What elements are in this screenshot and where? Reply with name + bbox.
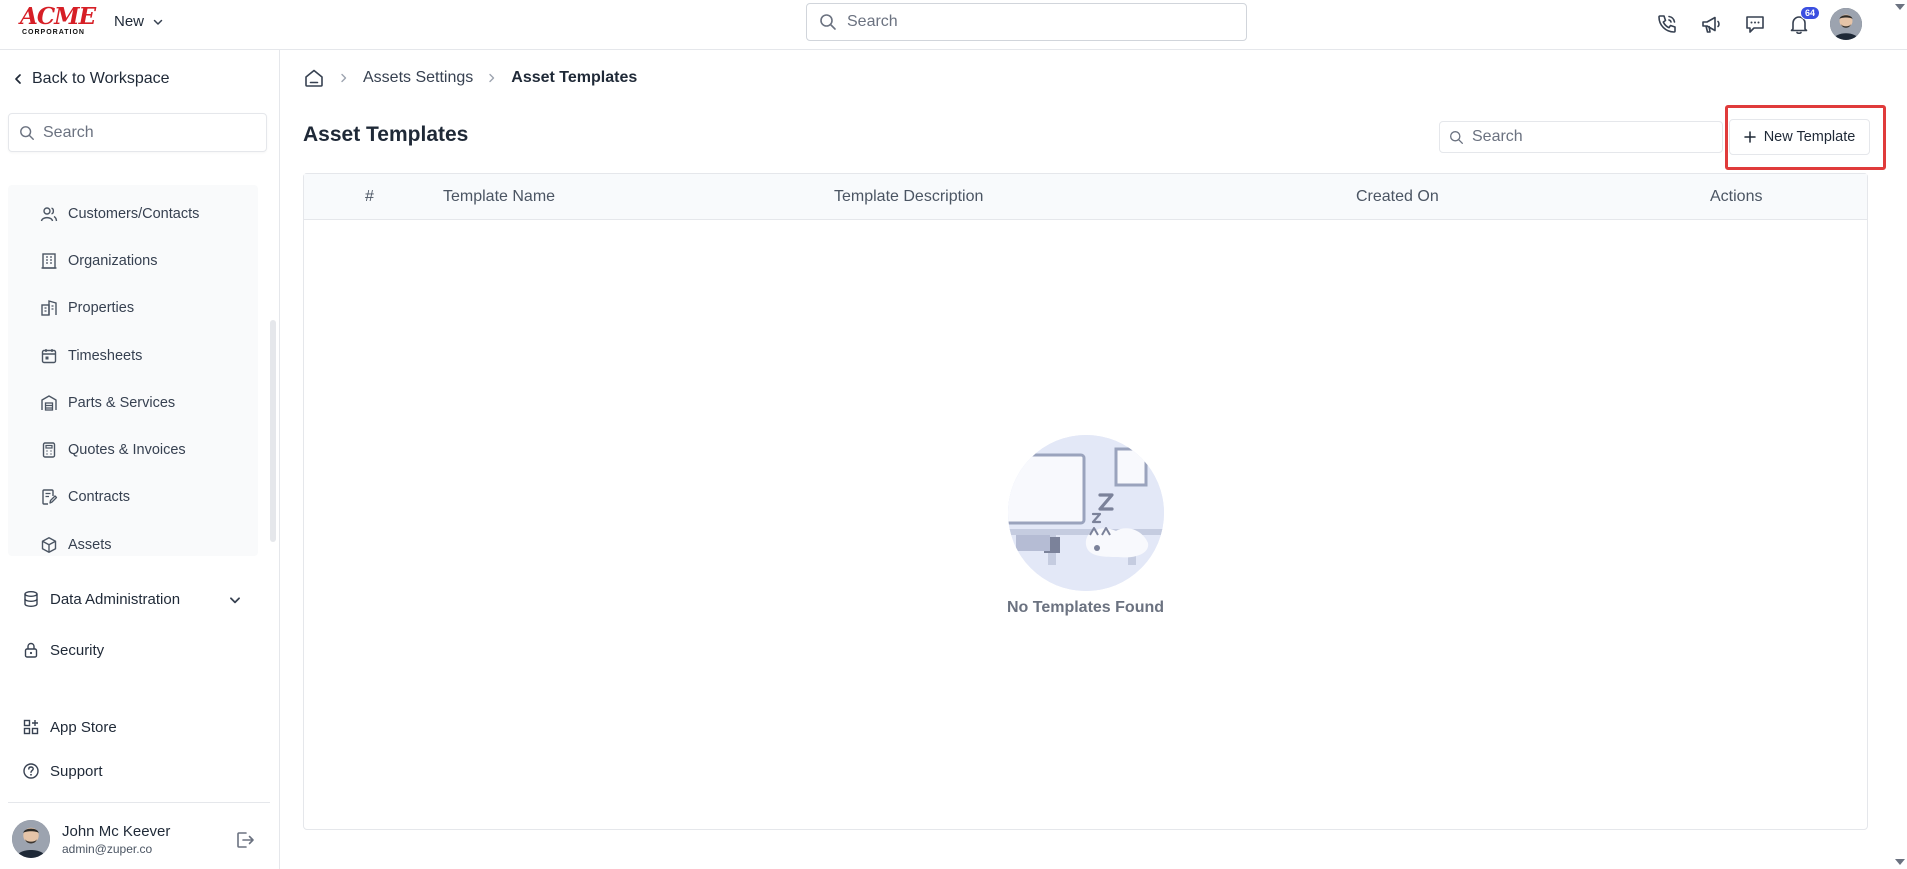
logo-main-text: ACME [20, 3, 96, 30]
database-icon [22, 590, 40, 608]
sidebar-item-label: Organizations [68, 253, 158, 269]
settings-submenu: Customers/Contacts Organizations Propert… [8, 185, 258, 556]
buildings-icon [40, 299, 58, 317]
breadcrumb: Assets Settings Asset Templates [303, 67, 637, 89]
notification-badge: 64 [1799, 6, 1820, 20]
users-icon [40, 205, 58, 223]
sidebar-item-quotes-invoices[interactable]: Quotes & Invoices [40, 441, 186, 459]
calendar-icon [40, 347, 58, 365]
sidebar-item-label: Quotes & Invoices [68, 442, 186, 458]
sidebar-item-timesheets[interactable]: Timesheets [40, 347, 142, 365]
empty-state-message: No Templates Found [1006, 599, 1165, 616]
column-header-created-on[interactable]: Created On [1356, 188, 1439, 206]
back-to-workspace-label: Back to Workspace [32, 70, 170, 87]
scroll-up-arrow[interactable] [1895, 4, 1905, 10]
sidebar-item-label: Properties [68, 300, 135, 316]
sidebar-item-app-store[interactable]: App Store [22, 718, 117, 736]
template-search-input[interactable] [1472, 128, 1702, 146]
sidebar-item-label: Contracts [68, 489, 131, 505]
plus-icon [1743, 131, 1756, 143]
sidebar-item-label: Customers/Contacts [68, 206, 200, 222]
chat-icon[interactable] [1742, 11, 1768, 37]
warehouse-icon [40, 394, 58, 412]
sidebar-item-label: Parts & Services [68, 395, 176, 411]
sidebar-item-organizations[interactable]: Organizations [40, 252, 157, 270]
search-icon [819, 13, 837, 31]
column-header-actions: Actions [1710, 188, 1763, 205]
megaphone-icon[interactable] [1698, 11, 1724, 37]
column-header-template-name[interactable]: Template Name [443, 188, 555, 206]
sidebar-item-label: Support [50, 762, 103, 780]
lock-icon [22, 641, 40, 659]
chevron-left-icon [12, 73, 24, 85]
logout-icon[interactable] [234, 829, 256, 851]
breadcrumb-current: Asset Templates [511, 69, 638, 86]
sidebar-search[interactable] [8, 113, 267, 152]
new-template-button[interactable]: New Template [1729, 119, 1870, 155]
help-icon [22, 762, 40, 780]
sidebar-item-contracts[interactable]: Contracts [40, 488, 130, 506]
search-icon [19, 125, 35, 141]
global-search-input[interactable] [847, 13, 1227, 31]
empty-state: No Templates Found [304, 435, 1867, 617]
building-icon [40, 252, 58, 270]
new-template-label: New Template [1763, 129, 1856, 145]
sidebar-scrollbar[interactable] [270, 320, 276, 542]
new-menu-label: New [114, 13, 145, 30]
apps-icon [22, 718, 40, 736]
empty-state-illustration [1007, 435, 1164, 591]
new-menu-button[interactable]: New [114, 13, 164, 30]
sidebar-item-label: App Store [50, 718, 117, 736]
sidebar-item-label: Security [50, 641, 105, 659]
profile-avatar[interactable] [1830, 8, 1862, 40]
company-logo[interactable]: ACME CORPORATION [20, 3, 96, 37]
contract-icon [40, 488, 58, 506]
sidebar-item-data-administration[interactable]: Data Administration [22, 590, 180, 608]
page-title: Asset Templates [303, 123, 469, 146]
sidebar-item-label: Data Administration [50, 590, 181, 608]
global-search[interactable] [806, 3, 1247, 41]
templates-table: # Template Name Template Description Cre… [303, 173, 1868, 830]
sidebar-divider [8, 802, 270, 803]
user-profile[interactable]: John Mc Keever admin@zuper.co [12, 820, 170, 858]
cube-icon [40, 536, 58, 554]
table-header: # Template Name Template Description Cre… [304, 174, 1867, 220]
sidebar-search-input[interactable] [43, 123, 243, 142]
top-bar: ACME CORPORATION New 64 [0, 0, 1907, 50]
home-icon[interactable] [303, 67, 325, 89]
sidebar-item-parts-services[interactable]: Parts & Services [40, 394, 175, 412]
sidebar-item-properties[interactable]: Properties [40, 299, 134, 317]
sidebar-item-label: Assets [68, 537, 112, 553]
calculator-icon [40, 441, 58, 459]
chevron-right-icon [487, 73, 497, 83]
chevron-down-icon[interactable] [228, 593, 242, 607]
user-info: John Mc Keever admin@zuper.co [62, 823, 170, 856]
scroll-down-arrow[interactable] [1895, 859, 1905, 865]
chevron-down-icon [152, 16, 164, 28]
logo-sub-text: CORPORATION [22, 29, 85, 36]
search-icon [1449, 130, 1464, 145]
top-icon-group: 64 [1654, 6, 1862, 40]
sidebar-item-support[interactable]: Support [22, 762, 103, 780]
sidebar-item-label: Timesheets [68, 348, 143, 364]
sidebar-item-customers-contacts[interactable]: Customers/Contacts [40, 205, 199, 223]
sidebar-item-security[interactable]: Security [22, 641, 104, 659]
avatar [12, 820, 50, 858]
template-search[interactable] [1439, 121, 1723, 153]
back-to-workspace-link[interactable]: Back to Workspace [12, 70, 170, 88]
chevron-right-icon [339, 73, 349, 83]
bell-icon[interactable]: 64 [1786, 6, 1820, 37]
column-header-number: # [365, 188, 374, 205]
user-name: John Mc Keever [62, 822, 171, 840]
settings-sidebar: Back to Workspace Customers/Contacts Org… [0, 50, 280, 869]
sidebar-item-assets[interactable]: Assets [40, 536, 112, 554]
column-header-template-description[interactable]: Template Description [834, 188, 983, 206]
phone-icon[interactable] [1654, 11, 1680, 37]
user-email: admin@zuper.co [62, 841, 153, 856]
breadcrumb-assets-settings[interactable]: Assets Settings [363, 69, 473, 87]
